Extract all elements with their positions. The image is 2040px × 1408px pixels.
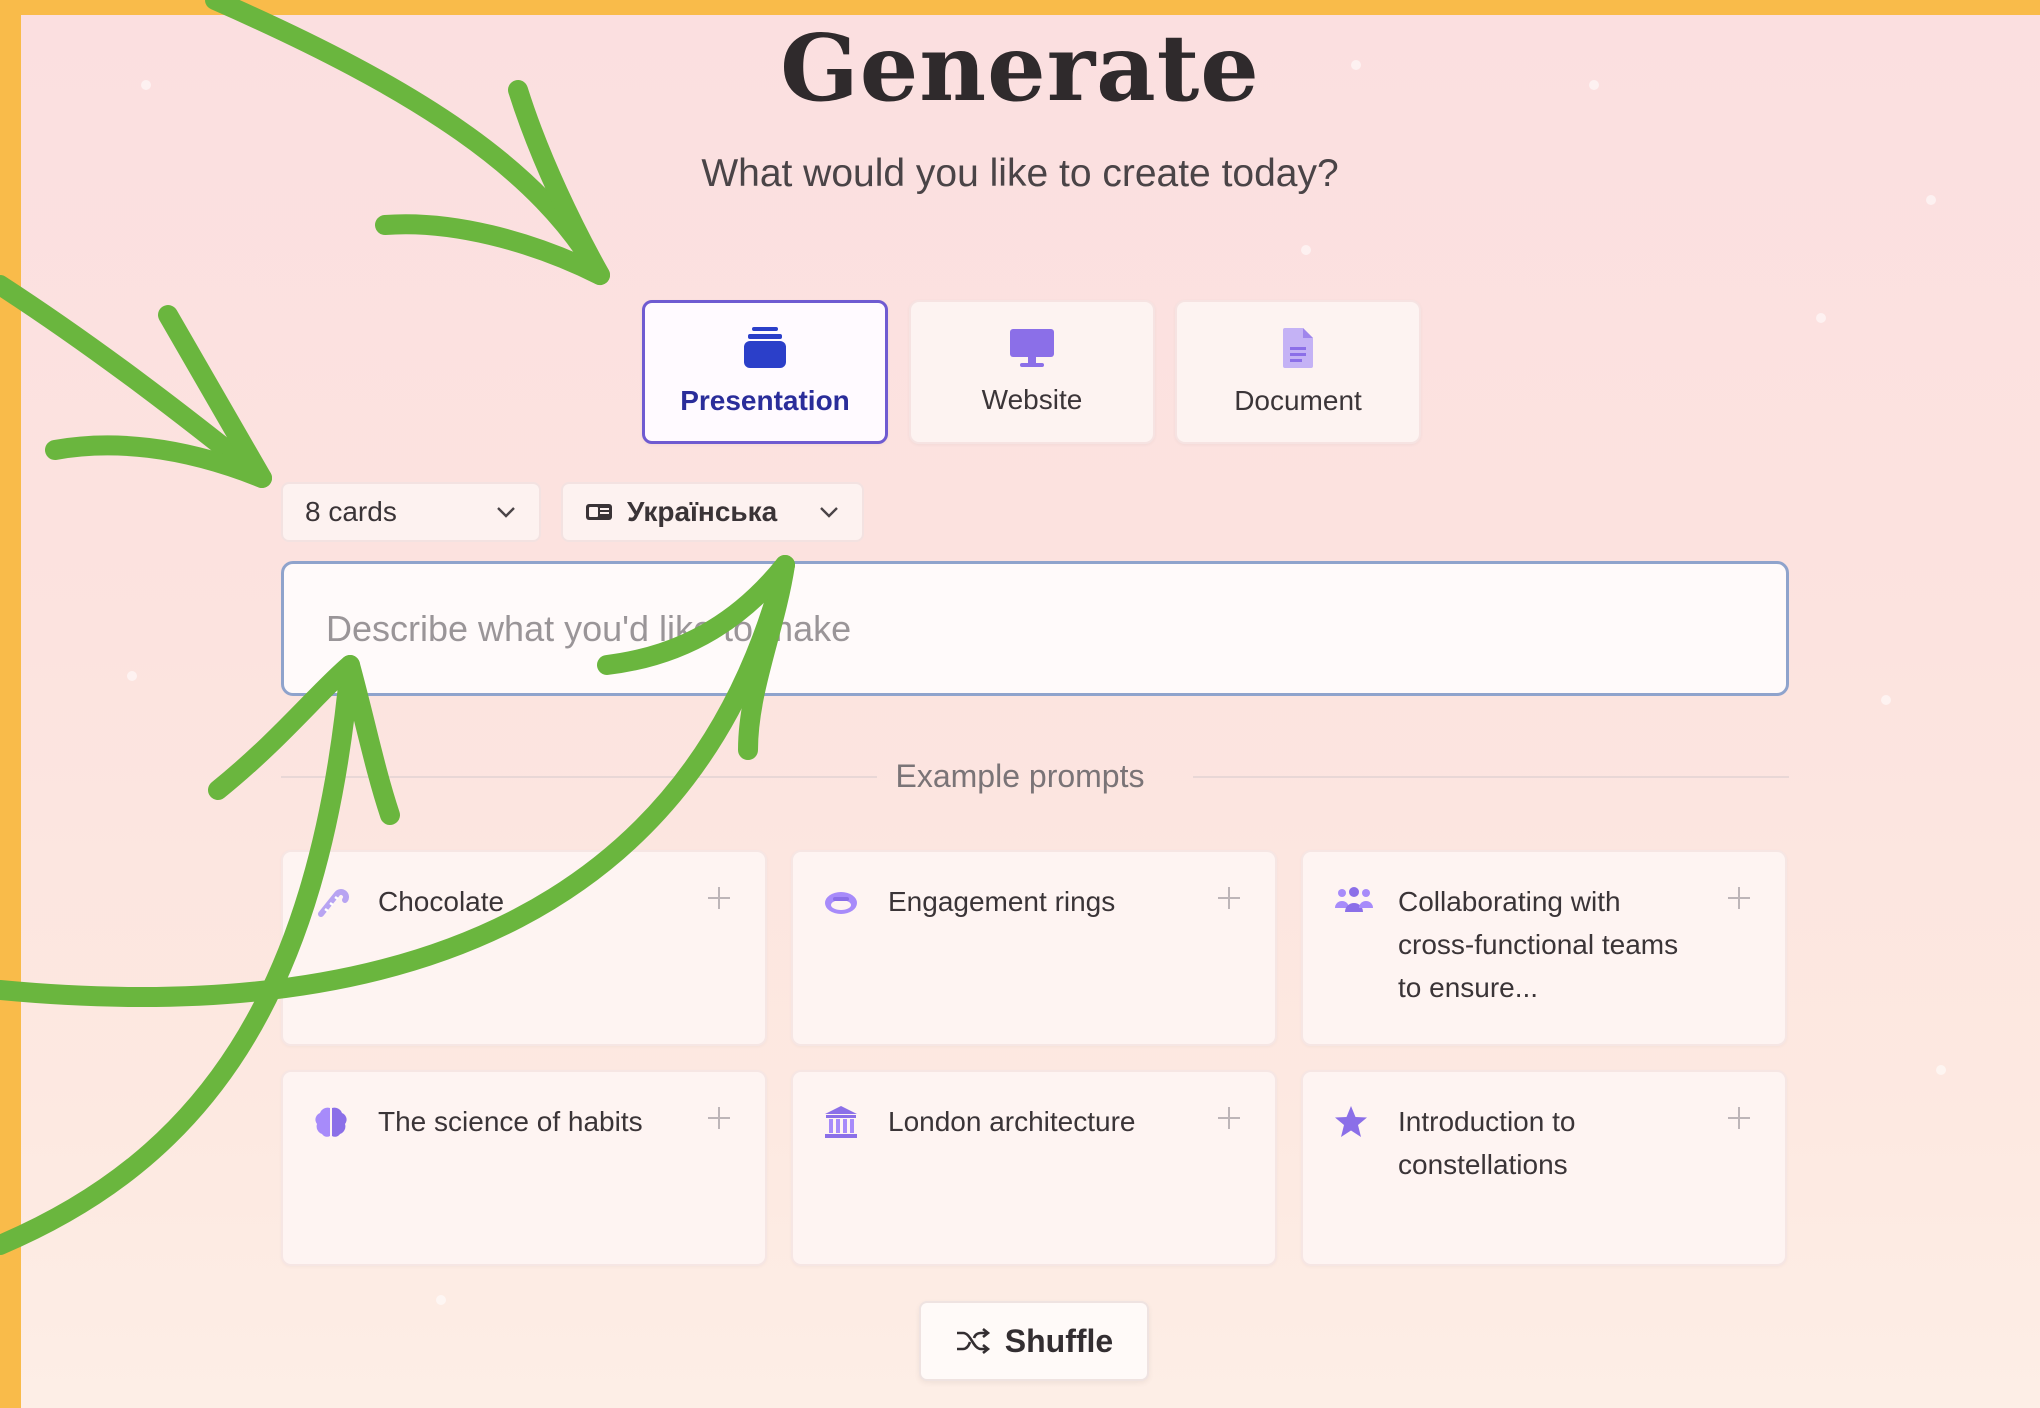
document-icon: [1283, 328, 1313, 368]
example-card[interactable]: Introduction to constellations: [1301, 1070, 1787, 1266]
example-text: Collaborating with cross-functional team…: [1398, 886, 1679, 1003]
example-text: London architecture: [888, 1106, 1136, 1137]
example-card[interactable]: London architecture: [791, 1070, 1277, 1266]
shuffle-button[interactable]: Shuffle: [919, 1301, 1149, 1381]
star-icon: [1335, 1106, 1367, 1137]
example-card[interactable]: Engagement rings: [791, 850, 1277, 1046]
monitor-icon: [1010, 329, 1054, 367]
museum-building-icon: [825, 1106, 857, 1138]
type-card-label: Presentation: [680, 385, 850, 416]
type-card-label: Document: [1234, 385, 1362, 416]
prompt-input[interactable]: [324, 606, 1746, 651]
plus-icon[interactable]: [705, 884, 733, 912]
type-card-presentation[interactable]: Presentation: [642, 300, 888, 444]
prompt-input-container[interactable]: [281, 561, 1789, 696]
chevron-down-icon: [820, 507, 838, 518]
people-group-icon: [1335, 887, 1373, 912]
example-text: The science of habits: [378, 1106, 643, 1137]
plus-icon[interactable]: [1725, 884, 1753, 912]
example-prompts-heading: Example prompts: [895, 758, 1145, 794]
example-text: Introduction to constellations: [1398, 1106, 1576, 1180]
language-value: Українська: [627, 496, 778, 527]
plus-icon[interactable]: [705, 1104, 733, 1132]
plus-icon[interactable]: [1725, 1104, 1753, 1132]
example-card[interactable]: Chocolate: [281, 850, 767, 1046]
type-card-document[interactable]: Document: [1175, 300, 1421, 444]
plus-icon[interactable]: [1215, 884, 1243, 912]
presentation-stack-icon: [744, 327, 786, 368]
type-card-label: Website: [981, 384, 1083, 415]
example-text: Chocolate: [378, 886, 505, 917]
language-icon: [586, 504, 612, 520]
example-card[interactable]: Collaborating with cross-functional team…: [1301, 850, 1787, 1046]
candy-cane-icon: [318, 889, 349, 917]
example-text: Engagement rings: [888, 886, 1116, 917]
shuffle-icon: [956, 1327, 990, 1355]
chevron-down-icon: [497, 507, 515, 518]
plus-icon[interactable]: [1215, 1104, 1243, 1132]
example-card[interactable]: The science of habits: [281, 1070, 767, 1266]
card-count-value: 8 cards: [305, 496, 397, 527]
language-dropdown[interactable]: Українська: [561, 482, 864, 542]
page-subtitle: What would you like to create today?: [701, 152, 1339, 195]
shuffle-label: Shuffle: [1004, 1322, 1114, 1359]
ring-icon: [825, 892, 857, 914]
type-card-website[interactable]: Website: [909, 300, 1155, 444]
brain-icon: [315, 1107, 347, 1137]
card-count-dropdown[interactable]: 8 cards: [281, 482, 541, 542]
page-title: Generate: [780, 14, 1260, 122]
